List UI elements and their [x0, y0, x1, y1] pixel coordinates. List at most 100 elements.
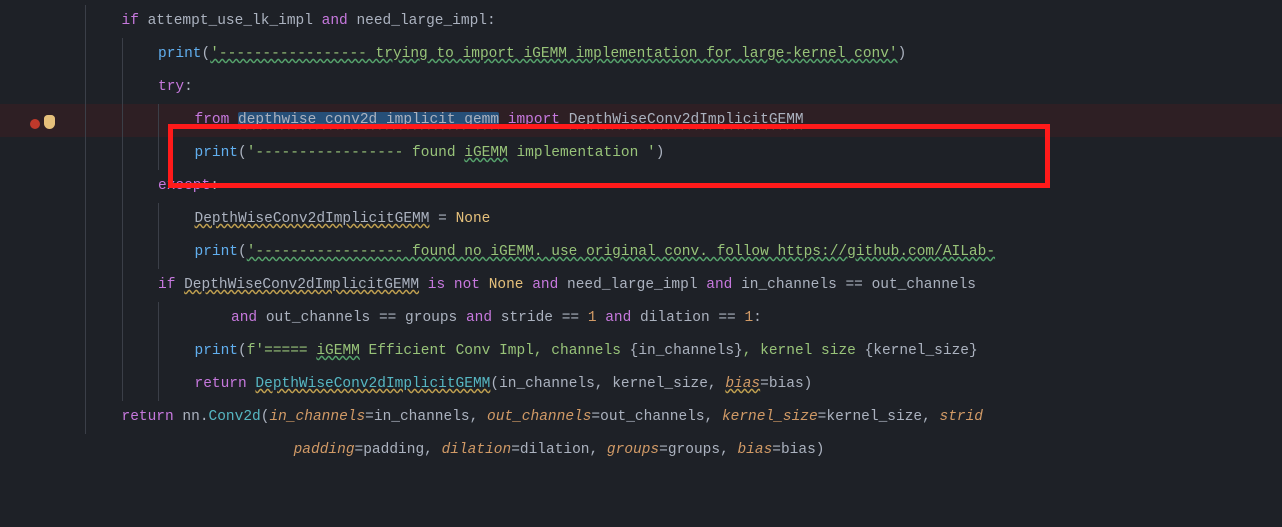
fn-print: print [158, 46, 202, 62]
identifier: stride [501, 310, 553, 326]
lightbulb-icon[interactable] [44, 115, 55, 129]
op-eq: == [718, 310, 735, 326]
string-literal: '----------------- trying to import iGEM… [210, 46, 897, 62]
module-name: depthwise_conv2d_implicit_gemm [238, 112, 499, 128]
class-call: DepthWiseConv2dImplicitGEMM [255, 376, 490, 392]
string-literal: f'===== [247, 343, 317, 359]
op-assign: = [760, 376, 769, 392]
keyword-if: if [122, 13, 139, 29]
param-name: in_channels [269, 409, 365, 425]
punct: , [708, 376, 725, 392]
param-name: strid [940, 409, 984, 425]
keyword-and: and [605, 310, 631, 326]
code-line[interactable]: padding=padding, dilation=dilation, grou… [85, 434, 1282, 467]
op-eq: == [379, 310, 396, 326]
keyword-return: return [122, 409, 174, 425]
identifier: groups [405, 310, 457, 326]
param-name: bias [737, 442, 772, 458]
keyword-and: and [532, 277, 558, 293]
identifier: in_channels [741, 277, 837, 293]
punct: , [595, 376, 612, 392]
keyword-return: return [195, 376, 247, 392]
param-name: kernel_size [722, 409, 818, 425]
code-line[interactable]: except: [85, 170, 1282, 203]
code-line[interactable]: try: [85, 71, 1282, 104]
op-assign: = [429, 211, 455, 227]
builtin-none: None [456, 211, 491, 227]
identifier: in_channels [374, 409, 470, 425]
brace: } [969, 343, 978, 359]
class-call: Conv2d [209, 409, 261, 425]
identifier: need_large_impl [567, 277, 698, 293]
identifier: in_channels [499, 376, 595, 392]
punct: : [753, 310, 762, 326]
code-line[interactable]: print('----------------- found iGEMM imp… [85, 137, 1282, 170]
param-name: padding [294, 442, 355, 458]
brace: { [630, 343, 639, 359]
identifier: kernel_size [873, 343, 969, 359]
param-name: bias [725, 376, 760, 392]
code-line[interactable]: if DepthWiseConv2dImplicitGEMM is not No… [85, 269, 1282, 302]
number: 1 [744, 310, 753, 326]
identifier: dilation [640, 310, 710, 326]
punct: : [487, 13, 496, 29]
code-line[interactable]: and out_channels == groups and stride ==… [85, 302, 1282, 335]
identifier: out_channels [872, 277, 976, 293]
code-line[interactable]: return DepthWiseConv2dImplicitGEMM(in_ch… [85, 368, 1282, 401]
punct: : [184, 79, 193, 95]
punct: : [210, 178, 219, 194]
op-eq: == [562, 310, 579, 326]
identifier: bias [781, 442, 816, 458]
keyword-try: try [158, 79, 184, 95]
module: nn [182, 409, 199, 425]
keyword-and: and [322, 13, 348, 29]
identifier: kernel_size [826, 409, 922, 425]
identifier: kernel_size [612, 376, 708, 392]
string-literal: iGEMM [316, 343, 360, 359]
keyword-and: and [466, 310, 492, 326]
punct: . [200, 409, 209, 425]
keyword-import: import [508, 112, 560, 128]
code-line[interactable]: print('----------------- trying to impor… [85, 38, 1282, 71]
class-name: DepthWiseConv2dImplicitGEMM [184, 277, 419, 293]
keyword-if: if [158, 277, 175, 293]
param-name: dilation [442, 442, 512, 458]
identifier: out_channels [600, 409, 704, 425]
code-line[interactable]: return nn.Conv2d(in_channels=in_channels… [85, 401, 1282, 434]
keyword-except: except [158, 178, 210, 194]
code-editor[interactable]: if attempt_use_lk_impl and need_large_im… [0, 0, 1282, 467]
number: 1 [588, 310, 597, 326]
fn-print: print [195, 343, 239, 359]
identifier: need_large_impl [356, 13, 487, 29]
string-literal: , kernel size [743, 343, 865, 359]
keyword-isnot: is not [428, 277, 480, 293]
code-line[interactable]: if attempt_use_lk_impl and need_large_im… [85, 5, 1282, 38]
brace: { [865, 343, 874, 359]
string-literal: '----------------- found [247, 145, 465, 161]
op-eq: == [845, 277, 862, 293]
string-literal: implementation ' [508, 145, 656, 161]
identifier: dilation [520, 442, 590, 458]
identifier: bias [769, 376, 804, 392]
code-line[interactable]: print(f'===== iGEMM Efficient Conv Impl,… [85, 335, 1282, 368]
breakpoint-icon[interactable] [30, 119, 40, 129]
fn-print: print [195, 244, 239, 260]
class-name: DepthWiseConv2dImplicitGEMM [569, 112, 804, 128]
param-name: groups [607, 442, 659, 458]
code-line[interactable]: print('----------------- found no iGEMM.… [85, 236, 1282, 269]
builtin-none: None [489, 277, 524, 293]
identifier: groups [668, 442, 720, 458]
keyword-from: from [195, 112, 230, 128]
gutter[interactable] [0, 104, 85, 137]
keyword-and: and [231, 310, 257, 326]
code-line[interactable]: DepthWiseConv2dImplicitGEMM = None [85, 203, 1282, 236]
class-name: DepthWiseConv2dImplicitGEMM [195, 211, 430, 227]
identifier: out_channels [266, 310, 370, 326]
string-literal: Efficient Conv Impl, channels [360, 343, 630, 359]
string-literal: iGEMM [464, 145, 508, 161]
code-line[interactable]: from depthwise_conv2d_implicit_gemm impo… [85, 104, 1282, 137]
identifier: padding [363, 442, 424, 458]
brace: } [734, 343, 743, 359]
identifier: attempt_use_lk_impl [148, 13, 313, 29]
identifier: in_channels [638, 343, 734, 359]
